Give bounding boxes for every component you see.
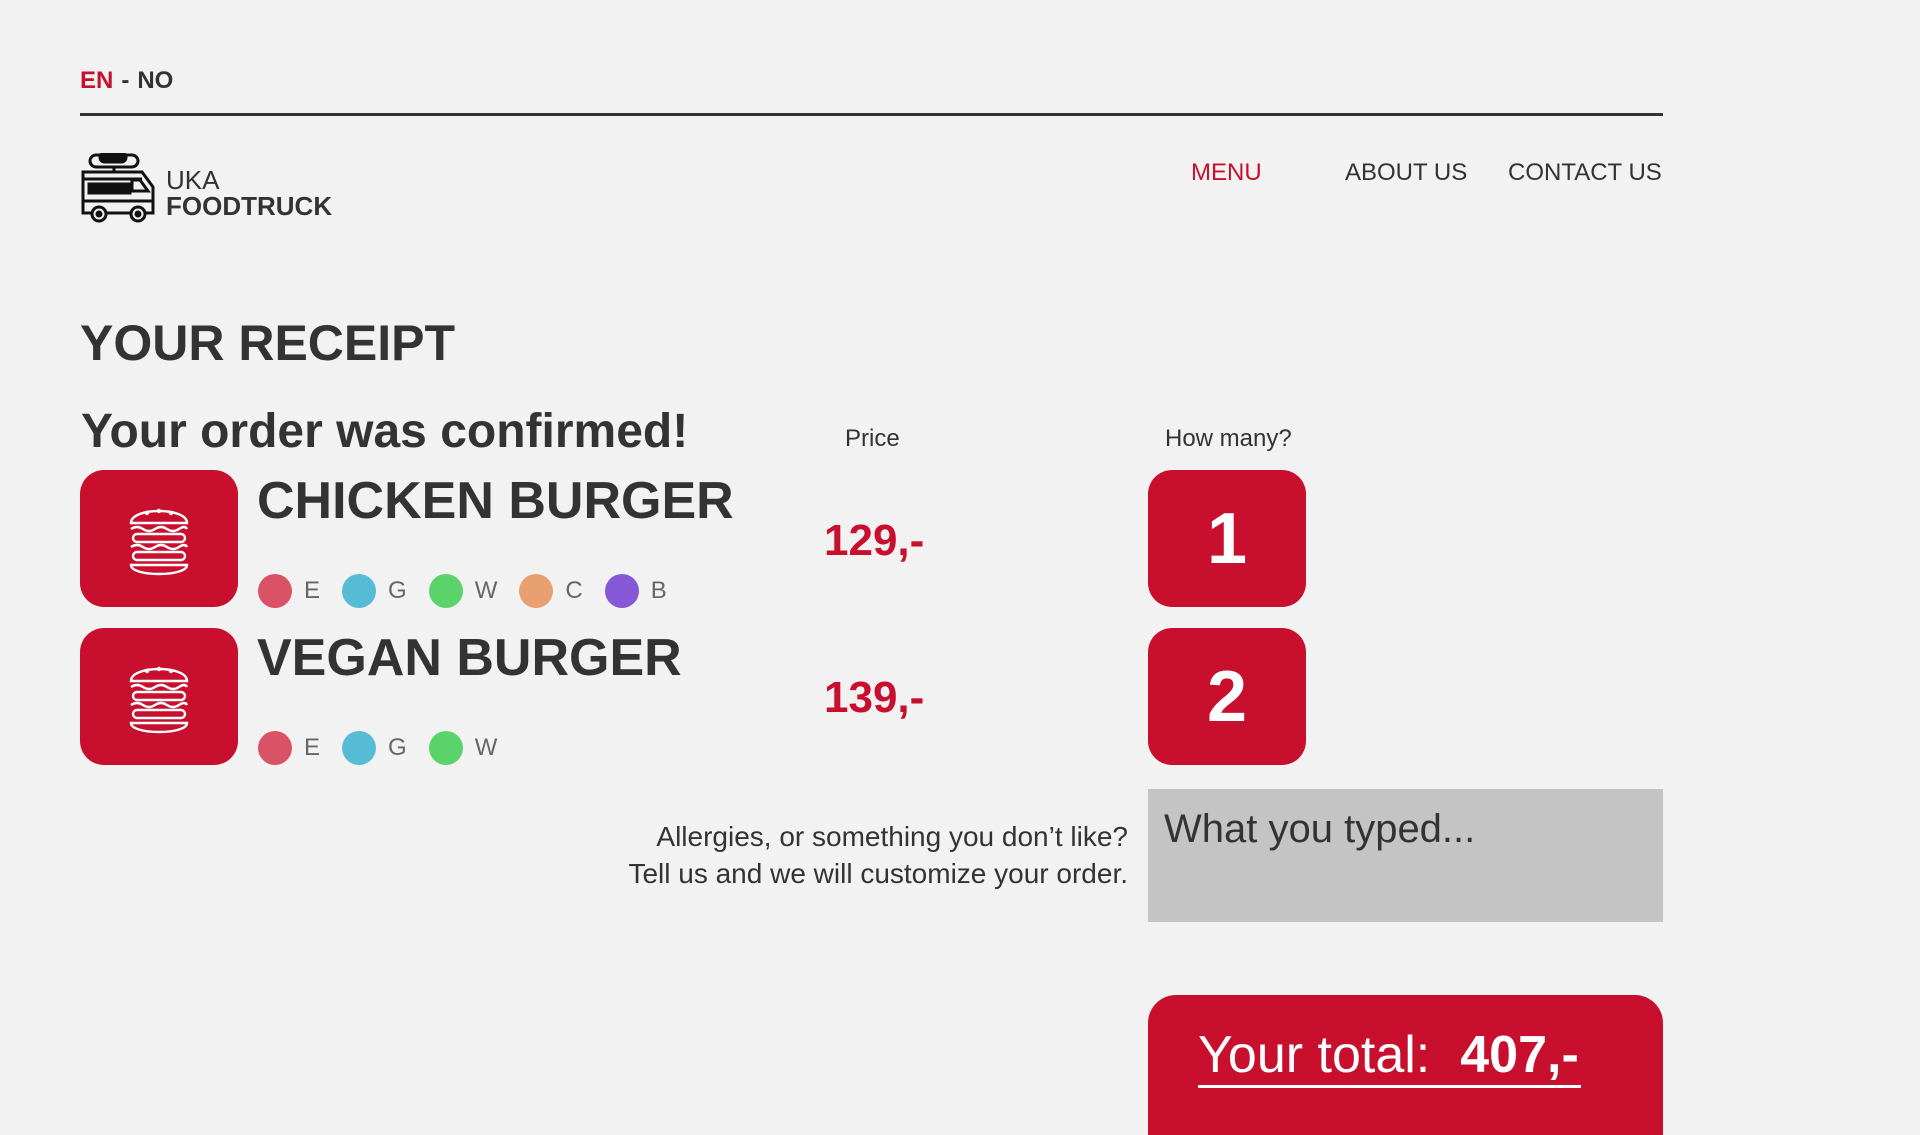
allergen-label: C	[565, 577, 583, 604]
language-no-link[interactable]: NO	[137, 67, 173, 94]
nav-menu-link[interactable]: MENU	[1191, 158, 1262, 188]
nav-contact-link[interactable]: CONTACT US	[1508, 158, 1662, 188]
total-label: Your total:	[1198, 1026, 1431, 1084]
confirmation-message: Your order was confirmed!	[81, 405, 689, 458]
allergen-item: G	[342, 731, 407, 765]
burger-icon-tile	[80, 470, 238, 607]
allergen-label: E	[304, 734, 321, 761]
allergen-item: C	[519, 574, 583, 608]
food-truck-icon	[81, 153, 155, 223]
allergen-label: W	[474, 734, 498, 761]
item-price: 129,-	[824, 516, 925, 565]
allergy-textarea[interactable]	[1148, 789, 1663, 922]
allergen-dot	[258, 574, 292, 608]
allergen-label: W	[474, 577, 498, 604]
item-name: VEGAN BURGER	[257, 629, 682, 687]
allergen-dot	[428, 574, 463, 608]
allergen-list: E G W	[258, 731, 519, 765]
allergy-prompt-line2: Tell us and we will customize your order…	[628, 858, 1128, 889]
allergen-label: G	[388, 734, 407, 761]
allergen-label: B	[650, 577, 667, 604]
logo-line1: UKA	[166, 165, 220, 195]
burger-icon	[129, 666, 189, 733]
item-price: 139,-	[824, 673, 925, 722]
allergen-item: E	[258, 731, 320, 765]
language-separator: -	[121, 67, 130, 94]
allergen-label: E	[304, 577, 321, 604]
allergy-prompt: Allergies, or something you don’t like? …	[628, 818, 1128, 892]
allergen-dot	[342, 731, 377, 765]
nav-about-link[interactable]: ABOUT US	[1345, 158, 1467, 188]
allergen-item: G	[342, 574, 407, 608]
total-line: Your total: 407,-	[1198, 1025, 1581, 1088]
allergen-item: E	[258, 574, 320, 608]
burger-icon-tile	[80, 628, 238, 765]
allergen-item: W	[428, 731, 498, 765]
logo-text: UKA FOODTRUCK	[166, 167, 332, 219]
header-divider	[80, 113, 1663, 116]
quantity-box: 1	[1148, 470, 1306, 607]
allergen-list: E G W C B	[258, 574, 689, 608]
allergen-item: B	[604, 574, 667, 608]
total-value: 407,-	[1460, 1026, 1579, 1084]
item-name: CHICKEN BURGER	[257, 472, 734, 530]
total-panel: Your total: 407,-	[1148, 995, 1663, 1135]
allergen-dot	[258, 731, 292, 765]
allergen-item: W	[428, 574, 498, 608]
logo-line2: FOODTRUCK	[166, 191, 333, 221]
language-switcher: EN - NO	[80, 66, 173, 96]
allergen-label: G	[388, 577, 407, 604]
allergen-dot	[342, 574, 377, 608]
logo[interactable]: UKA FOODTRUCK	[80, 153, 332, 223]
page-title: YOUR RECEIPT	[80, 315, 456, 371]
burger-icon	[129, 508, 189, 575]
allergen-dot	[519, 574, 554, 608]
quantity-column-header: How many?	[1165, 425, 1292, 452]
language-en-link[interactable]: EN	[80, 67, 113, 94]
quantity-box: 2	[1148, 628, 1306, 765]
allergen-dot	[604, 574, 639, 608]
allergy-prompt-line1: Allergies, or something you don’t like?	[656, 821, 1128, 852]
price-column-header: Price	[845, 425, 900, 452]
allergen-dot	[428, 731, 463, 765]
